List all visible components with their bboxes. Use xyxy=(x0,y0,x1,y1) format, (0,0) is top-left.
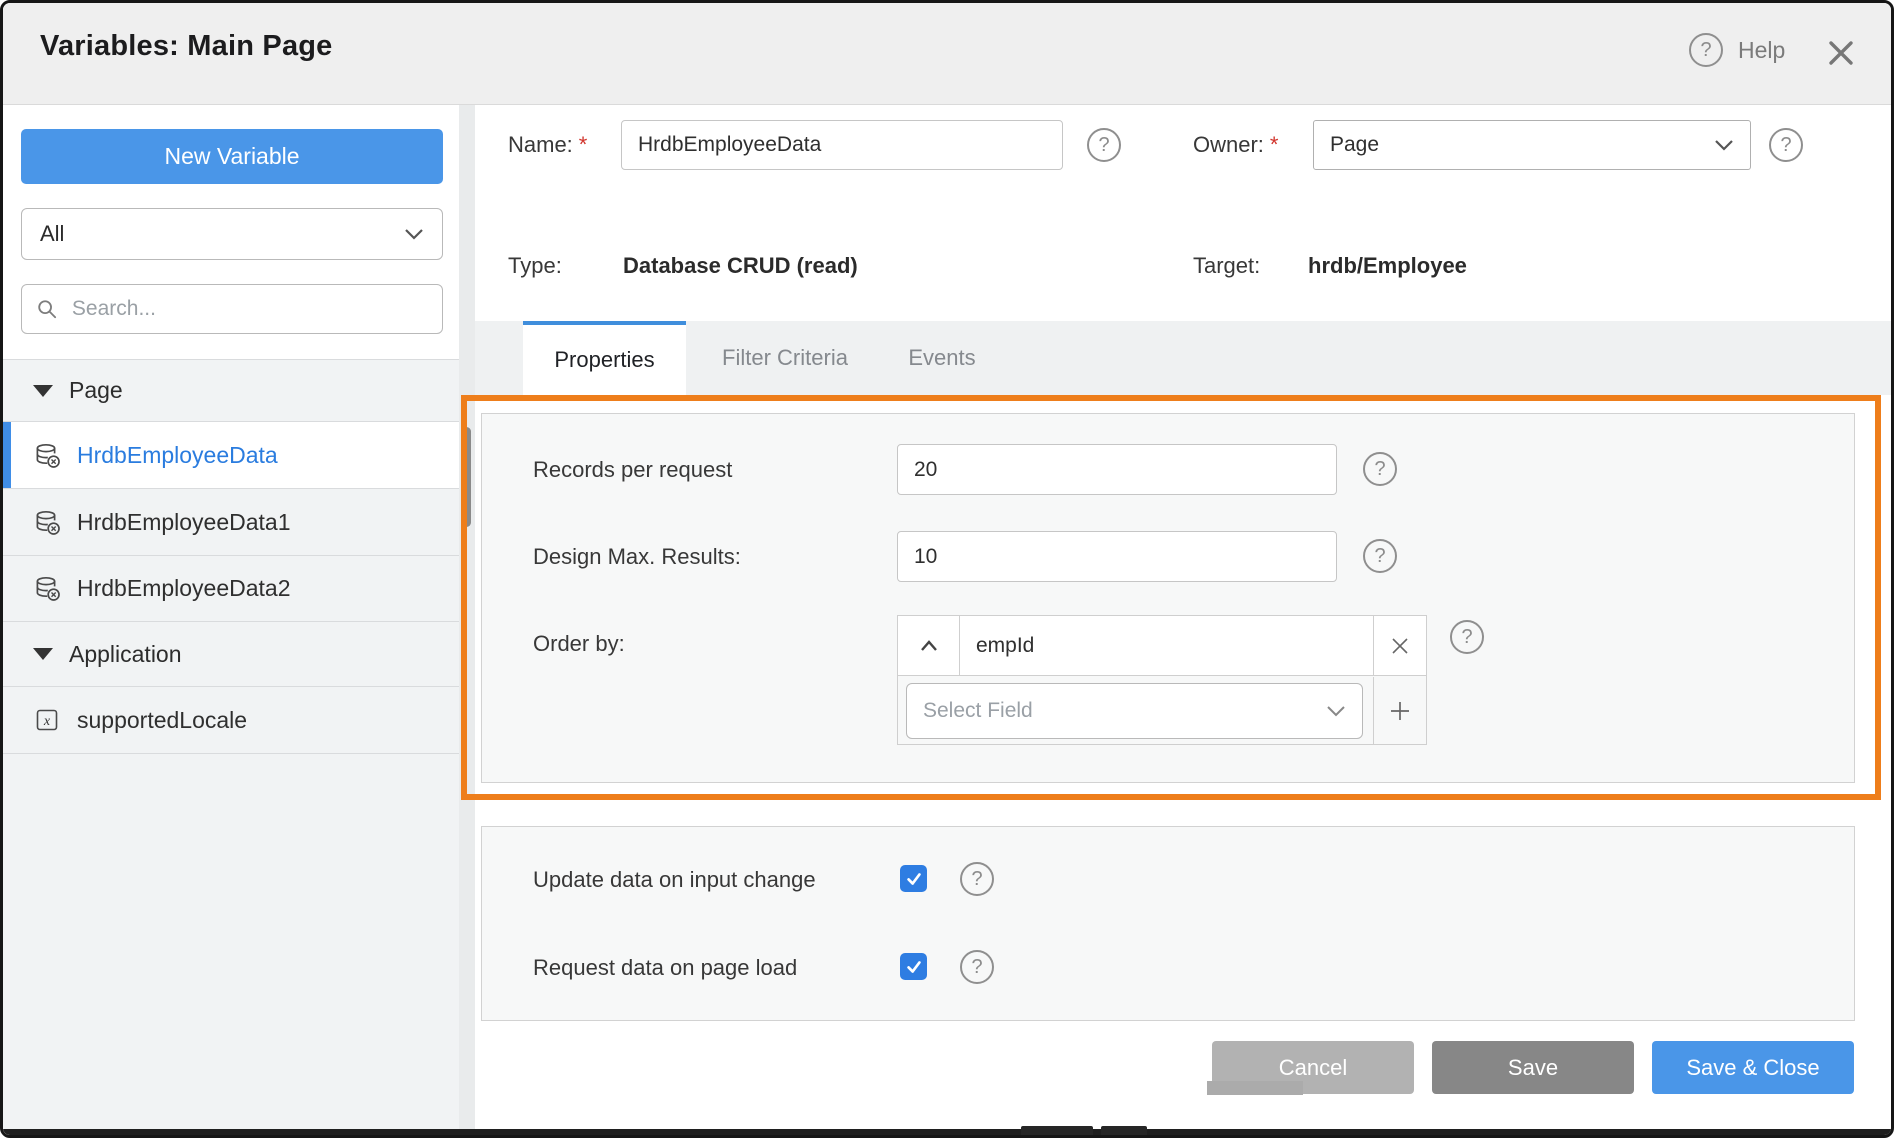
database-icon xyxy=(33,442,61,469)
records-per-request-help-icon[interactable] xyxy=(1363,452,1397,486)
select-field-wrap: Select Field xyxy=(898,677,1373,744)
collapse-triangle-icon xyxy=(33,385,53,397)
sidebar-item-hrdbemployeedata2[interactable]: HrdbEmployeeData2 xyxy=(3,556,459,622)
design-max-results-field[interactable] xyxy=(897,531,1337,582)
required-marker: * xyxy=(1270,132,1279,157)
add-icon xyxy=(1389,700,1411,722)
add-sort-field-row: Select Field xyxy=(898,677,1426,744)
variables-dialog: Variables: Main Page Help New Variable A… xyxy=(0,0,1894,1138)
sidebar-main-divider xyxy=(459,105,475,1135)
section-label: Application xyxy=(69,641,182,668)
sidebar-section-application[interactable]: Application xyxy=(3,622,459,687)
variable-list: Page HrdbEmployeeData xyxy=(3,359,459,1135)
update-data-help-icon[interactable] xyxy=(960,862,994,896)
order-by-label: Order by: xyxy=(533,631,625,657)
sidebar-item-hrdbemployeedata1[interactable]: HrdbEmployeeData1 xyxy=(3,489,459,556)
name-label: Name:* xyxy=(508,132,587,158)
sidebar-item-supportedlocale[interactable]: x supportedLocale xyxy=(3,687,459,754)
check-icon xyxy=(905,870,923,888)
dialog-title: Variables: Main Page xyxy=(40,30,333,63)
background-text-fragment xyxy=(1021,1126,1093,1138)
variable-search[interactable] xyxy=(21,284,443,334)
owner-help-icon[interactable] xyxy=(1769,128,1803,162)
remove-icon xyxy=(1390,636,1410,656)
save-button[interactable]: Save xyxy=(1432,1041,1634,1094)
variable-filter-value: All xyxy=(40,221,64,247)
variable-item-label: supportedLocale xyxy=(77,707,247,734)
type-label: Type: xyxy=(508,253,562,279)
variable-item-label: HrdbEmployeeData2 xyxy=(77,575,291,602)
records-per-request-label: Records per request xyxy=(533,457,732,483)
tab-bar: Properties Filter Criteria Events xyxy=(475,321,1891,395)
update-data-checkbox[interactable] xyxy=(900,865,927,892)
variable-item-label: HrdbEmployeeData xyxy=(77,442,278,469)
name-field[interactable] xyxy=(621,120,1063,170)
variable-item-label: HrdbEmployeeData1 xyxy=(77,509,291,536)
sidebar-item-hrdbemployeedata[interactable]: HrdbEmployeeData xyxy=(3,422,459,489)
request-data-on-page-load-label: Request data on page load xyxy=(533,955,797,981)
add-sort-field-button[interactable] xyxy=(1373,677,1426,744)
variable-icon: x xyxy=(33,707,61,733)
variables-sidebar: New Variable All Page xyxy=(3,105,459,1135)
section-label: Page xyxy=(69,377,123,404)
help-question-icon[interactable] xyxy=(1689,33,1723,67)
update-data-on-input-change-label: Update data on input change xyxy=(533,867,816,893)
variable-filter-dropdown[interactable]: All xyxy=(21,208,443,260)
owner-dropdown[interactable]: Page xyxy=(1313,120,1751,170)
owner-label: Owner:* xyxy=(1193,132,1278,158)
design-max-results-label: Design Max. Results: xyxy=(533,544,741,570)
type-value: Database CRUD (read) xyxy=(623,253,858,279)
collapse-triangle-icon xyxy=(33,648,53,660)
background-text-fragment xyxy=(1101,1126,1147,1138)
target-label: Target: xyxy=(1193,253,1260,279)
data-options-panel xyxy=(481,826,1855,1021)
tab-events[interactable]: Events xyxy=(887,321,997,395)
caret-up-icon xyxy=(919,639,939,652)
close-icon[interactable] xyxy=(1821,33,1861,73)
search-input[interactable] xyxy=(70,296,428,322)
background-page-fragment xyxy=(1207,1081,1303,1095)
chevron-down-icon xyxy=(404,228,424,240)
order-by-field-value[interactable]: empId xyxy=(960,616,1373,675)
chevron-down-icon xyxy=(1714,139,1734,151)
required-marker: * xyxy=(579,132,588,157)
sort-direction-toggle[interactable] xyxy=(898,616,960,675)
sidebar-scrollbar[interactable] xyxy=(462,427,471,527)
select-field-dropdown[interactable]: Select Field xyxy=(906,683,1363,739)
background-page-strip xyxy=(3,1129,1891,1138)
chevron-down-icon xyxy=(1326,705,1346,717)
tab-filter-criteria[interactable]: Filter Criteria xyxy=(703,321,867,395)
dialog-header: Variables: Main Page Help xyxy=(3,3,1891,105)
remove-sort-field-button[interactable] xyxy=(1373,616,1426,675)
request-data-checkbox[interactable] xyxy=(900,953,927,980)
target-value: hrdb/Employee xyxy=(1308,253,1467,279)
records-per-request-field[interactable] xyxy=(897,444,1337,495)
search-icon xyxy=(36,297,58,321)
owner-value: Page xyxy=(1330,133,1379,157)
select-field-placeholder: Select Field xyxy=(923,699,1033,723)
order-by-help-icon[interactable] xyxy=(1450,620,1484,654)
svg-text:x: x xyxy=(43,714,51,729)
order-by-widget: empId Select Field xyxy=(897,615,1427,745)
order-by-row: empId xyxy=(898,616,1426,676)
design-max-results-help-icon[interactable] xyxy=(1363,539,1397,573)
save-and-close-button[interactable]: Save & Close xyxy=(1652,1041,1854,1094)
database-icon xyxy=(33,575,61,602)
sidebar-section-page[interactable]: Page xyxy=(3,360,459,422)
name-help-icon[interactable] xyxy=(1087,128,1121,162)
request-data-help-icon[interactable] xyxy=(960,950,994,984)
help-link[interactable]: Help xyxy=(1738,37,1785,64)
tab-properties[interactable]: Properties xyxy=(523,321,686,395)
check-icon xyxy=(905,958,923,976)
new-variable-button[interactable]: New Variable xyxy=(21,129,443,184)
database-icon xyxy=(33,509,61,536)
